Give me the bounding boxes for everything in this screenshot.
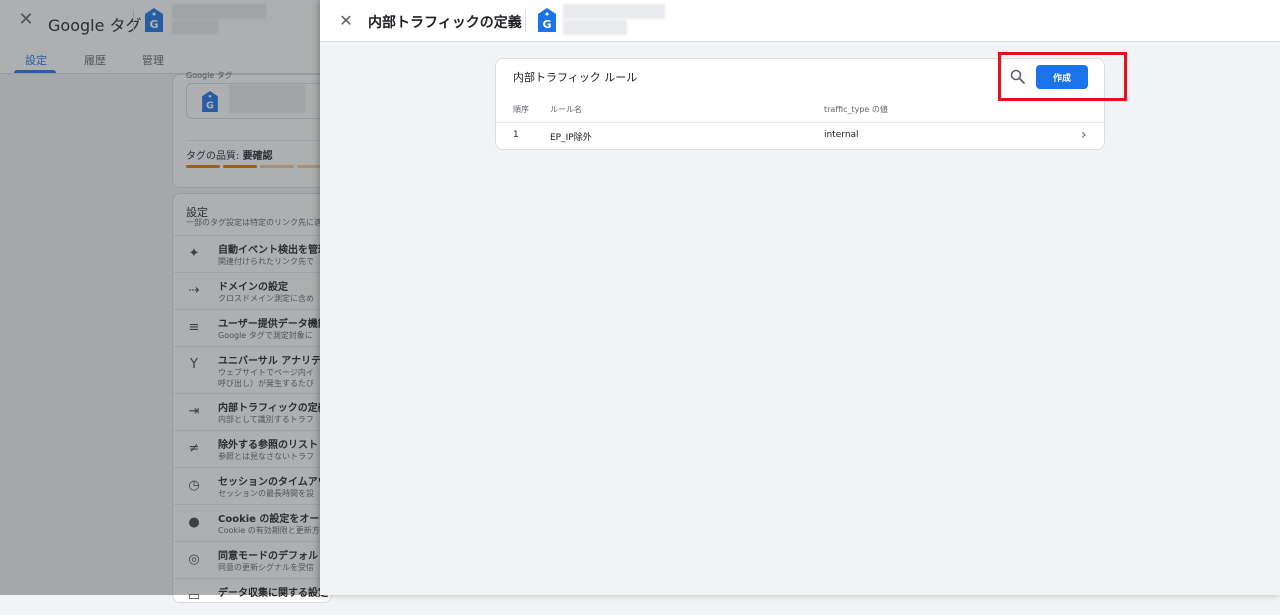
redacted-tag-name bbox=[563, 4, 665, 19]
search-icon[interactable] bbox=[1009, 68, 1027, 86]
redacted-tag-id bbox=[563, 20, 627, 35]
internal-traffic-rules-card: 内部トラフィック ルール 作成 順序 ルール名 traffic_type の値 … bbox=[495, 58, 1105, 150]
column-header-order: 順序 bbox=[513, 105, 529, 114]
header-divider bbox=[525, 10, 526, 32]
cell-rule-name: EP_IP除外 bbox=[550, 133, 592, 143]
panel-header: ✕ 内部トラフィックの定義 G bbox=[320, 0, 1280, 42]
column-header-traffic-type: traffic_type の値 bbox=[824, 105, 888, 114]
table-row[interactable]: 1 EP_IP除外 internal › bbox=[496, 123, 1104, 149]
column-header-rule-name: ルール名 bbox=[550, 105, 582, 114]
google-tag-icon: G bbox=[538, 8, 556, 32]
internal-traffic-panel: ✕ 内部トラフィックの定義 G 内部トラフィック ルール 作成 順序 ルール名 … bbox=[320, 0, 1280, 595]
close-icon[interactable]: ✕ bbox=[336, 11, 356, 31]
chevron-right-icon: › bbox=[1081, 127, 1087, 143]
modal-scrim[interactable] bbox=[0, 0, 320, 595]
card-title: 内部トラフィック ルール bbox=[513, 71, 638, 84]
create-button[interactable]: 作成 bbox=[1036, 65, 1088, 89]
panel-title: 内部トラフィックの定義 bbox=[368, 15, 522, 31]
cell-traffic-type: internal bbox=[824, 130, 859, 140]
cell-order: 1 bbox=[513, 130, 519, 140]
svg-text:G: G bbox=[542, 18, 551, 31]
